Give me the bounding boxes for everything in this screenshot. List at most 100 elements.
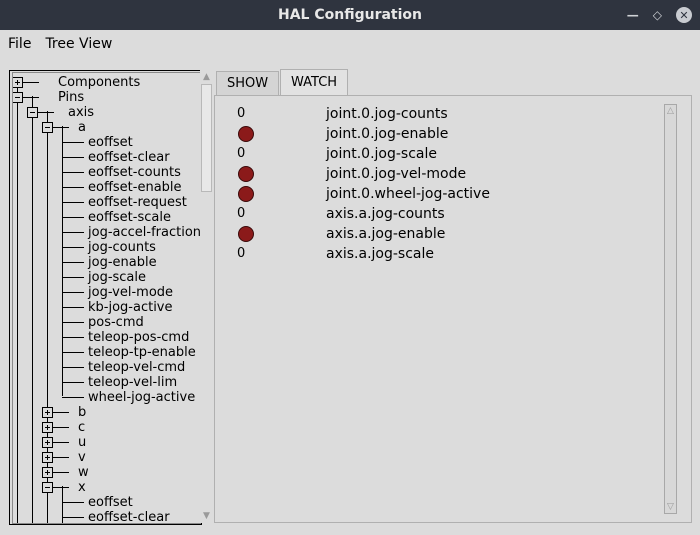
tree-item[interactable]: jog-enable <box>88 255 157 270</box>
tree-connector <box>62 382 84 383</box>
tree-connector <box>62 397 84 398</box>
tree-scroll-thumb[interactable] <box>201 84 212 192</box>
collapse-icon[interactable] <box>42 122 53 133</box>
window-controls: — ◇ ✕ <box>627 0 692 30</box>
tree-item[interactable]: Components <box>58 75 140 90</box>
scroll-down-icon[interactable]: ▼ <box>201 510 212 522</box>
menu-bar: File Tree View <box>0 30 700 58</box>
tab-watch-label: WATCH <box>291 75 338 90</box>
tree-item[interactable]: c <box>78 420 85 435</box>
tree-scrollbar[interactable]: ▲ ▼ <box>200 70 213 523</box>
tree-item[interactable]: jog-scale <box>88 270 146 285</box>
tree-connector <box>62 157 84 158</box>
watch-value: 0 <box>237 246 246 261</box>
tree-item[interactable]: eoffset-scale <box>88 210 171 225</box>
tree-item[interactable]: eoffset-request <box>88 195 187 210</box>
scroll-down-icon[interactable]: ▽ <box>665 501 676 513</box>
watch-pin-name: joint.0.jog-enable <box>326 126 449 142</box>
tree-item[interactable]: teleop-vel-cmd <box>88 360 185 375</box>
watch-scrollbar[interactable]: △ ▽ <box>664 104 677 514</box>
watch-pin-name: joint.0.jog-counts <box>326 106 448 122</box>
window-title: HAL Configuration <box>278 7 422 23</box>
window-bottom-edge <box>0 528 700 535</box>
tree-connector <box>62 217 84 218</box>
tree-item[interactable]: eoffset-clear <box>88 510 170 523</box>
tree-item[interactable]: jog-vel-mode <box>88 285 173 300</box>
tree-item[interactable]: Pins <box>58 90 84 105</box>
tree-connector <box>62 277 84 278</box>
collapse-icon[interactable] <box>13 92 23 103</box>
tree-item[interactable]: x <box>78 480 86 495</box>
tree-connector <box>62 352 84 353</box>
tree-view[interactable]: Components Pins axis a eoffset eoffset-clear e… <box>12 72 201 524</box>
tab-show-label: SHOW <box>227 76 269 91</box>
watch-value: 0 <box>237 146 246 161</box>
close-icon[interactable]: ✕ <box>676 7 692 23</box>
tree-guide-line <box>17 81 18 523</box>
collapse-icon[interactable] <box>42 482 53 493</box>
expand-icon[interactable] <box>42 467 53 478</box>
expand-icon[interactable] <box>13 77 23 88</box>
minimize-icon[interactable]: — <box>627 8 639 22</box>
tree-connector <box>62 262 84 263</box>
tree-item[interactable]: wheel-jog-active <box>88 390 195 405</box>
watch-panel: △ ▽ 0 joint.0.jog-counts joint.0.jog-enabl… <box>214 95 692 523</box>
watch-pin-name: axis.a.jog-scale <box>326 246 434 262</box>
tab-watch[interactable]: WATCH <box>280 69 349 96</box>
tree-connector <box>62 337 84 338</box>
tree-connector <box>62 247 84 248</box>
watch-pin-name: joint.0.jog-vel-mode <box>326 166 467 182</box>
expand-icon[interactable] <box>42 437 53 448</box>
scroll-up-icon[interactable]: △ <box>665 105 676 117</box>
tree-item[interactable]: w <box>78 465 89 480</box>
tree-connector <box>62 517 84 518</box>
tree-guide-line <box>32 96 33 523</box>
expand-icon[interactable] <box>42 452 53 463</box>
tree-item[interactable]: jog-counts <box>88 240 156 255</box>
tab-show[interactable]: SHOW <box>216 71 280 95</box>
tree-connector <box>62 187 84 188</box>
watch-pin-name: joint.0.wheel-jog-active <box>326 186 490 202</box>
expand-icon[interactable] <box>42 422 53 433</box>
restore-icon[interactable]: ◇ <box>653 8 662 22</box>
watch-pin-name: joint.0.jog-scale <box>326 146 437 162</box>
tree-item[interactable]: kb-jog-active <box>88 300 173 315</box>
led-off-icon <box>238 186 254 202</box>
watch-value: 0 <box>237 106 246 121</box>
menu-tree-view[interactable]: Tree View <box>37 36 118 52</box>
tree-item[interactable]: teleop-tp-enable <box>88 345 196 360</box>
tree-item[interactable]: axis <box>68 105 94 120</box>
tree-item[interactable]: eoffset-enable <box>88 180 182 195</box>
expand-icon[interactable] <box>42 407 53 418</box>
led-off-icon <box>238 126 254 142</box>
tree-connector <box>62 322 84 323</box>
scroll-up-icon[interactable]: ▲ <box>201 71 212 83</box>
tree-panel: Components Pins axis a eoffset eoffset-clear e… <box>9 70 202 525</box>
tree-item[interactable]: teleop-vel-lim <box>88 375 177 390</box>
tree-connector <box>62 232 84 233</box>
tree-item[interactable]: eoffset <box>88 495 133 510</box>
tree-item[interactable]: eoffset-counts <box>88 165 181 180</box>
tree-item[interactable]: eoffset <box>88 135 133 150</box>
tree-item[interactable]: jog-accel-fraction <box>88 225 200 240</box>
tree-guide-line <box>62 126 63 396</box>
collapse-icon[interactable] <box>27 107 38 118</box>
menu-file[interactable]: File <box>0 36 37 52</box>
watch-value: 0 <box>237 206 246 221</box>
tree-item[interactable]: a <box>78 120 86 135</box>
tree-item[interactable]: pos-cmd <box>88 315 144 330</box>
tree-connector <box>62 307 84 308</box>
tree-connector <box>62 202 84 203</box>
tree-item[interactable]: b <box>78 405 86 420</box>
led-off-icon <box>238 226 254 242</box>
tree-item[interactable]: teleop-pos-cmd <box>88 330 189 345</box>
tree-item[interactable]: v <box>78 450 86 465</box>
tree-connector <box>62 367 84 368</box>
tree-connector <box>62 172 84 173</box>
led-off-icon <box>238 166 254 182</box>
tree-item[interactable]: u <box>78 435 86 450</box>
tree-connector <box>62 142 84 143</box>
tree-connector <box>62 292 84 293</box>
tree-item[interactable]: eoffset-clear <box>88 150 170 165</box>
tree-connector <box>62 502 84 503</box>
